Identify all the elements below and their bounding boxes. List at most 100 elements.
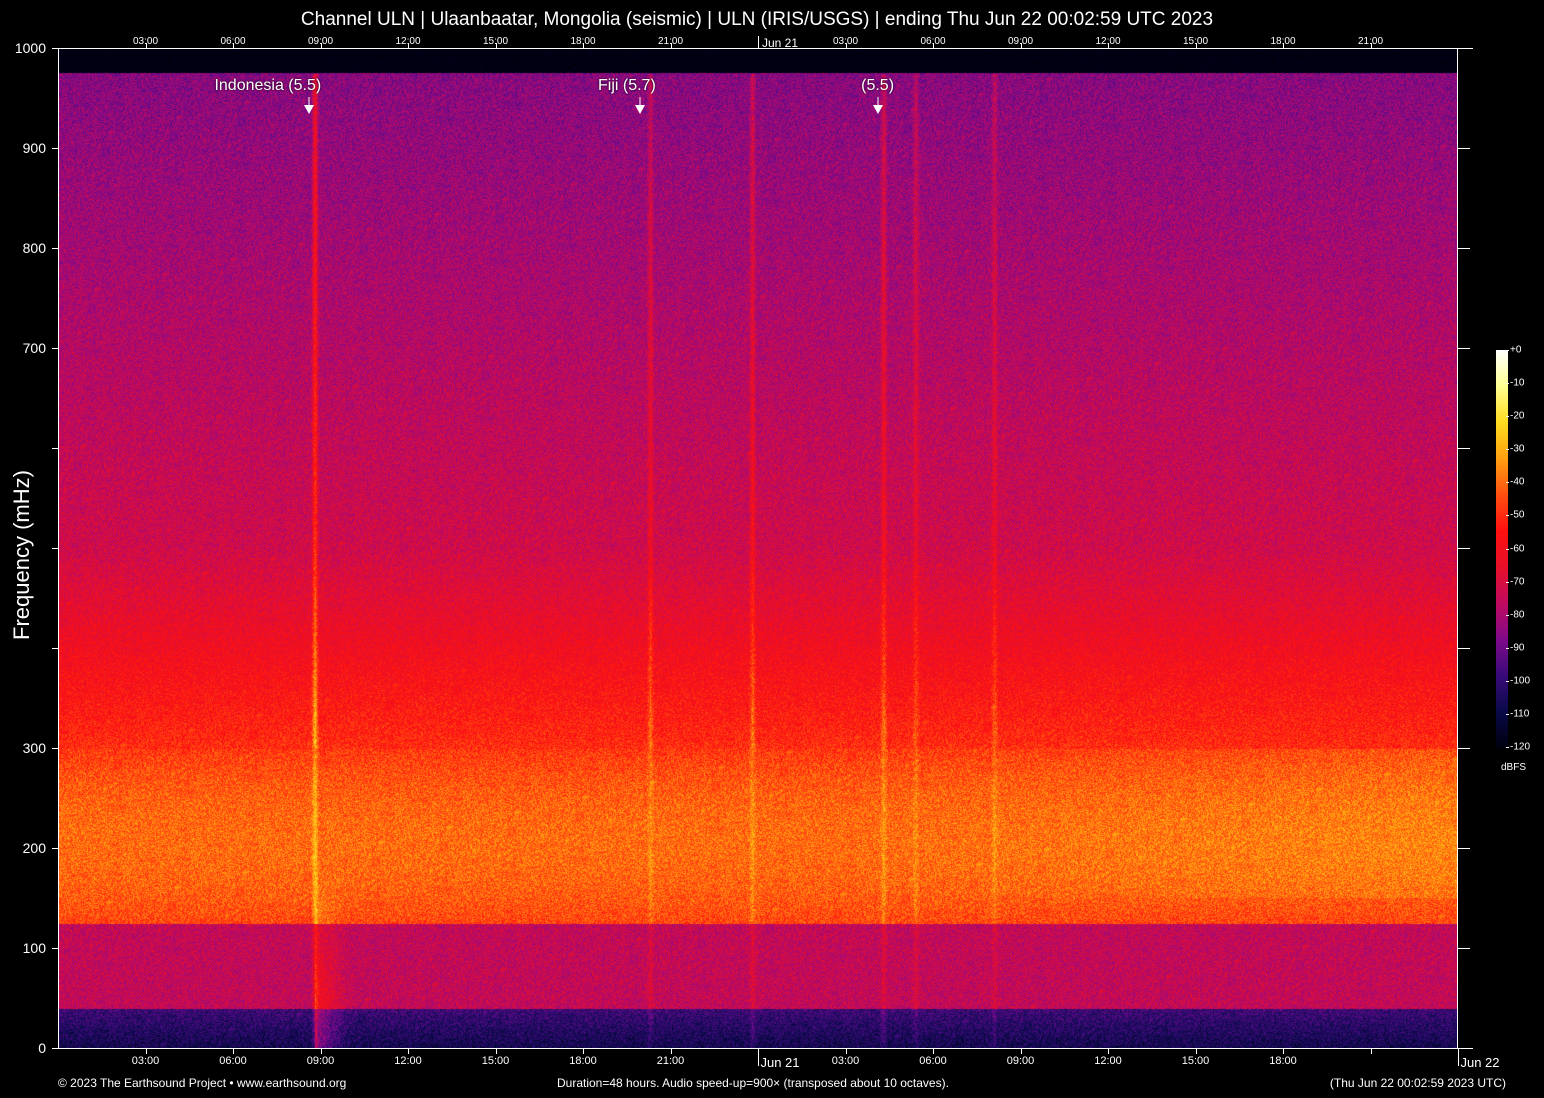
y-tick-left [52,848,58,849]
colorbar-tick [1506,548,1509,550]
x-tick-label-bottom: 09:00 [306,1055,335,1067]
y-tick-left [52,648,58,649]
y-tick-label: 200 [22,840,46,856]
footer-duration: Duration=48 hours. Audio speed-up=900× (… [557,1076,949,1090]
x-tick-bottom [1283,1048,1284,1054]
x-tick-bottom [845,1048,847,1054]
x-tick-label-bottom: 12:00 [1094,1055,1122,1067]
event-annotation-label: Indonesia (5.5) [214,77,322,94]
colorbar-tick-label: -50 [1510,509,1525,521]
x-tick-label-bottom: Jun 22 [1460,1055,1500,1070]
x-tick-label-bottom: 18:00 [569,1055,597,1067]
colorbar-tick-label: -40 [1510,476,1525,488]
y-tick-left [52,248,58,249]
footer-copyright: © 2023 The Earthsound Project • www.eart… [58,1076,347,1090]
y-tick-right [1458,48,1470,49]
colorbar-tick [1506,350,1509,351]
y-tick-left [52,548,58,549]
x-tick-bottom [583,1048,584,1054]
x-tick-label-bottom: 21:00 [656,1055,685,1067]
colorbar-tick [1506,449,1509,451]
colorbar-tick [1506,680,1509,682]
colorbar-tick [1506,647,1509,649]
x-tick-bottom [1020,1048,1022,1054]
colorbar-tick-label: -60 [1510,543,1525,554]
x-tick-label-bottom: 15:00 [481,1055,510,1067]
colorbar-tick-label: +0 [1510,344,1522,356]
x-tick-label-top: 21:00 [1357,36,1384,47]
x-tick-bottom [1458,1048,1459,1066]
x-tick-label-top: 03:00 [132,36,159,47]
x-tick-bottom [670,1048,672,1054]
y-tick-label: 700 [22,340,46,356]
x-tick-bottom [1370,1048,1372,1054]
event-arrow-icon [634,105,645,114]
chart-title: Channel ULN | Ulaanbaatar, Mongolia (sei… [300,9,1214,30]
x-tick-bottom [933,1048,934,1054]
y-tick-label: 800 [22,240,46,256]
x-tick-label-bottom: 03:00 [131,1055,160,1067]
x-tick-label-bottom: 15:00 [1181,1055,1210,1067]
colorbar-tick [1506,747,1509,748]
x-tick-bottom [145,1048,147,1054]
x-tick-bottom [320,1048,322,1054]
colorbar-label: dBFS [1501,762,1527,773]
y-tick-left [52,948,58,949]
y-tick-label: 300 [22,740,46,756]
x-tick-label-bottom: 03:00 [831,1055,860,1067]
x-tick-label-bottom: 18:00 [1269,1055,1297,1067]
bottom-axis-line [58,1048,1473,1049]
y-tick-left [52,748,58,749]
y-tick-right [1458,1048,1470,1049]
event-annotation-label: Fiji (5.7) [597,77,656,94]
y-tick-right [1458,848,1470,849]
event-arrow-icon [872,105,883,114]
footer-end-time: (Thu Jun 22 00:02:59 2023 UTC) [1329,1076,1506,1090]
x-tick-label-top: 15:00 [1182,36,1209,47]
y-tick-label: 0 [38,1040,46,1056]
x-tick-label-top: 12:00 [395,36,421,47]
y-tick-right [1458,648,1470,649]
y-tick-right [1458,548,1470,549]
colorbar-tick-label: -80 [1510,609,1525,621]
x-tick-bottom [1195,1048,1197,1054]
x-tick-bottom [408,1048,409,1054]
y-axis-title: Frequency (mHz) [9,470,34,640]
colorbar-tick-label: -120 [1510,741,1531,753]
x-tick-label-top: 03:00 [832,36,859,47]
colorbar-tick-label: -70 [1510,576,1525,588]
x-tick-bottom [1108,1048,1109,1054]
x-tick-label-top: 09:00 [307,36,334,47]
x-tick-label-bottom: 06:00 [219,1055,247,1067]
x-tick-label-top: 12:00 [1095,36,1121,47]
x-tick-label-top: 18:00 [1270,36,1296,47]
colorbar-tick [1506,482,1509,484]
x-tick-label-top: 06:00 [220,36,246,47]
x-tick-bottom [758,1048,759,1066]
y-tick-right [1458,148,1470,149]
event-annotation-label: (5.5) [861,77,895,94]
y-tick-left [52,1048,58,1049]
event-arrow-stem [877,97,879,105]
y-tick-label: 900 [22,140,46,156]
y-tick-right [1458,448,1470,449]
x-tick-label-bottom: 06:00 [919,1055,947,1067]
colorbar-tick [1506,614,1509,616]
y-tick-label: 1000 [14,40,46,56]
y-tick-right [1458,248,1470,249]
x-tick-label-bottom: Jun 21 [760,1055,800,1070]
x-tick-label-top: 06:00 [920,36,946,47]
colorbar-tick [1506,515,1509,517]
event-arrow-stem [639,97,641,105]
x-tick-label-bottom: 12:00 [394,1055,422,1067]
colorbar-tick-label: -30 [1510,443,1525,455]
colorbar-tick-label: -20 [1510,410,1525,422]
x-tick-bottom [495,1048,497,1054]
colorbar-tick-label: -90 [1510,642,1525,654]
x-tick-bottom [233,1048,234,1054]
colorbar-tick-label: -10 [1510,377,1525,389]
colorbar-tick-label: -110 [1510,708,1530,720]
y-tick-left [52,448,58,449]
x-tick-label-top: 15:00 [482,36,509,47]
y-tick-left [52,148,58,149]
